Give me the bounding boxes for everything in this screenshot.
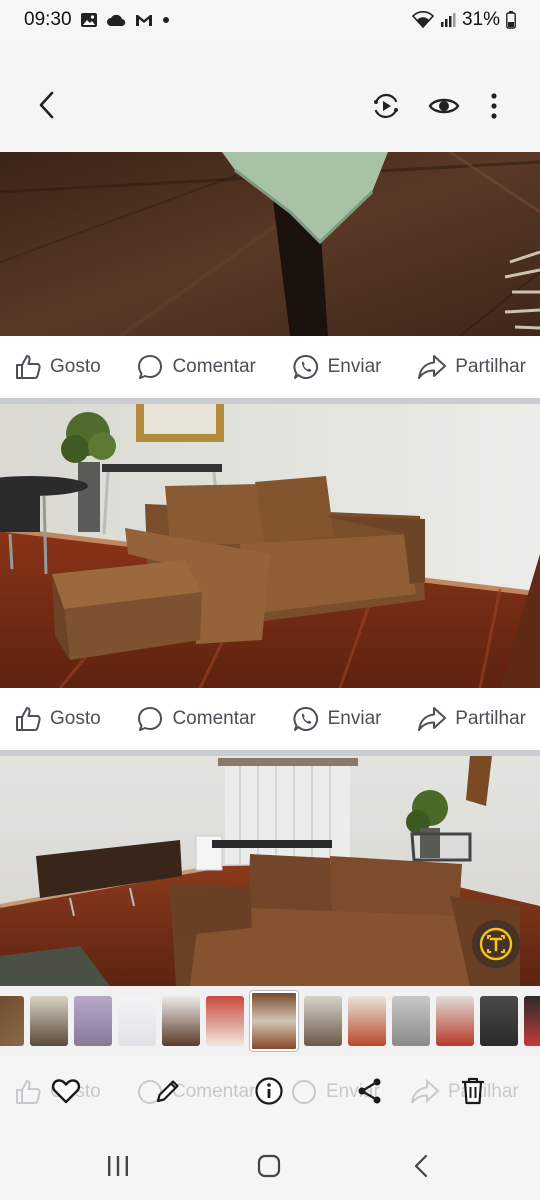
post-photo-sofa-ottoman[interactable] bbox=[0, 404, 540, 688]
share-image-button[interactable] bbox=[353, 1074, 387, 1108]
thumbnail[interactable] bbox=[30, 996, 68, 1046]
thumbs-up-icon bbox=[16, 707, 41, 731]
system-back-button[interactable] bbox=[405, 1150, 437, 1182]
trash-icon bbox=[462, 1077, 484, 1105]
thumbnail[interactable] bbox=[162, 996, 200, 1046]
status-time: 09:30 bbox=[24, 9, 72, 30]
delete-button[interactable] bbox=[456, 1074, 490, 1108]
battery-icon bbox=[506, 11, 516, 29]
share-label: Partilhar bbox=[455, 708, 526, 729]
thumbnail[interactable] bbox=[74, 996, 112, 1046]
thumbnail[interactable] bbox=[118, 996, 156, 1046]
back-icon bbox=[414, 1154, 428, 1178]
thumbnail[interactable] bbox=[0, 996, 24, 1046]
share-label: Partilhar bbox=[455, 356, 526, 377]
wifi-icon bbox=[411, 11, 434, 29]
send-button[interactable]: Enviar bbox=[292, 705, 382, 733]
share-arrow-icon bbox=[418, 707, 447, 731]
thumbnail[interactable] bbox=[524, 996, 540, 1046]
home-icon bbox=[257, 1154, 281, 1178]
view-button[interactable] bbox=[426, 88, 462, 124]
edit-button[interactable] bbox=[151, 1074, 185, 1108]
status-bar: 09:30 31% bbox=[0, 0, 540, 40]
share-button[interactable]: Partilhar bbox=[417, 353, 526, 381]
comment-label: Comentar bbox=[172, 356, 256, 377]
dot-notification-icon bbox=[162, 16, 170, 24]
thumbnail[interactable] bbox=[436, 996, 474, 1046]
motion-photo-button[interactable] bbox=[368, 88, 404, 124]
comment-bubble-icon bbox=[138, 355, 163, 379]
details-button[interactable] bbox=[252, 1074, 286, 1108]
thumbnail[interactable] bbox=[480, 996, 518, 1046]
post-photo-living-room[interactable] bbox=[0, 756, 540, 986]
info-icon bbox=[255, 1077, 283, 1105]
pencil-icon bbox=[156, 1080, 179, 1103]
recents-button[interactable] bbox=[102, 1150, 134, 1182]
thumbs-up-icon bbox=[16, 355, 41, 379]
thumbnail[interactable] bbox=[392, 996, 430, 1046]
back-button[interactable] bbox=[30, 88, 64, 122]
like-label: Gosto bbox=[50, 708, 101, 729]
post-actions-2: Gosto Comentar Enviar Partilhar bbox=[0, 688, 540, 750]
more-vertical-icon bbox=[491, 93, 497, 119]
extract-text-button[interactable] bbox=[472, 920, 520, 968]
comment-button[interactable]: Comentar bbox=[136, 705, 256, 733]
chevron-left-icon bbox=[39, 91, 54, 119]
text-scan-icon bbox=[479, 927, 513, 961]
share-arrow-icon bbox=[418, 355, 447, 379]
thumbnail-selected[interactable] bbox=[250, 991, 298, 1051]
whatsapp-icon bbox=[292, 706, 318, 731]
heart-icon bbox=[51, 1079, 81, 1104]
share-icon bbox=[358, 1078, 381, 1104]
viewer-header bbox=[0, 40, 540, 152]
send-button[interactable]: Enviar bbox=[292, 353, 382, 381]
motion-photo-icon bbox=[374, 93, 398, 119]
comment-label: Comentar bbox=[172, 708, 256, 729]
cloud-notification-icon bbox=[106, 12, 126, 28]
like-label: Gosto bbox=[50, 356, 101, 377]
post-actions-1: Gosto Comentar Enviar Partilhar bbox=[0, 336, 540, 398]
viewer-toolbar: Gosto Comentar Enviar Partilhar bbox=[0, 1056, 540, 1128]
like-button[interactable]: Gosto bbox=[14, 705, 101, 733]
share-button[interactable]: Partilhar bbox=[417, 705, 526, 733]
signal-icon bbox=[440, 12, 456, 28]
favorite-button[interactable] bbox=[49, 1074, 83, 1108]
eye-icon bbox=[428, 98, 460, 114]
send-label: Enviar bbox=[327, 708, 382, 729]
home-button[interactable] bbox=[253, 1150, 285, 1182]
more-options-button[interactable] bbox=[476, 88, 512, 124]
gallery-notification-icon bbox=[80, 11, 98, 29]
thumbnail-strip bbox=[0, 986, 540, 1056]
thumbnail[interactable] bbox=[304, 996, 342, 1046]
post-photo-sofa-leg[interactable] bbox=[0, 152, 540, 336]
thumbnail[interactable] bbox=[348, 996, 386, 1046]
thumbnail[interactable] bbox=[206, 996, 244, 1046]
battery-percent: 31% bbox=[461, 9, 500, 30]
whatsapp-icon bbox=[292, 354, 318, 379]
send-label: Enviar bbox=[327, 356, 382, 377]
comment-button[interactable]: Comentar bbox=[136, 353, 256, 381]
system-nav-bar bbox=[0, 1128, 540, 1200]
recents-icon bbox=[108, 1156, 128, 1176]
like-button[interactable]: Gosto bbox=[14, 353, 101, 381]
gmail-notification-icon bbox=[134, 12, 154, 28]
comment-bubble-icon bbox=[138, 707, 163, 731]
